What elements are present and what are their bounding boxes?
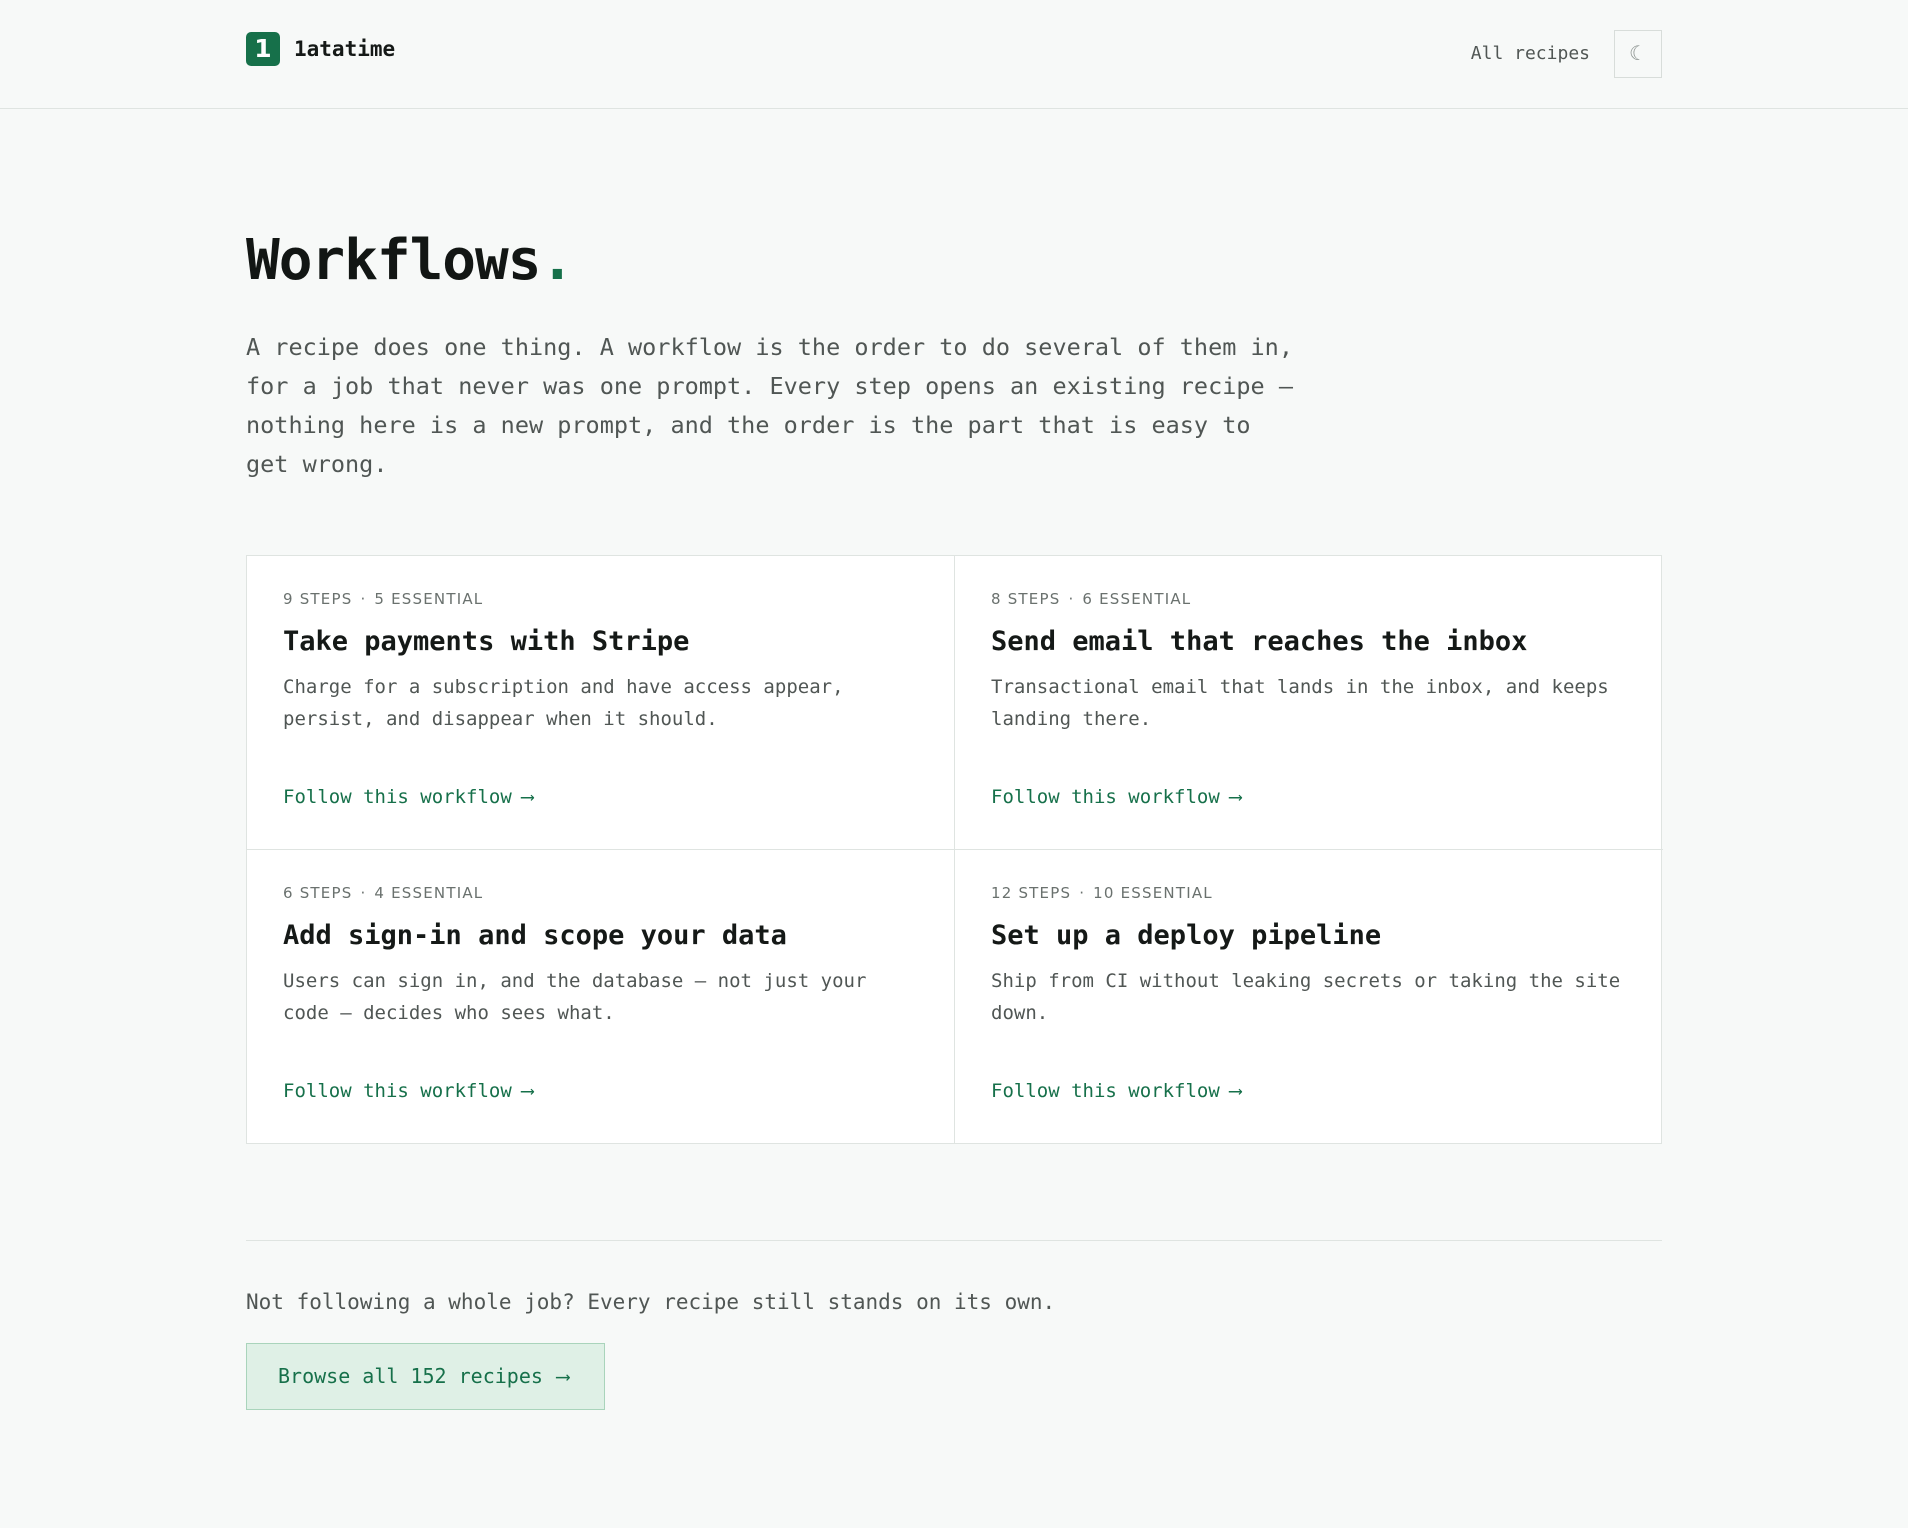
page-title-dot: . xyxy=(540,228,574,293)
workflow-steps: 12 STEPS xyxy=(991,884,1072,902)
workflow-description: Transactional email that lands in the in… xyxy=(991,676,1609,730)
follow-workflow-label: Follow this workflow xyxy=(991,786,1220,808)
workflow-steps: 9 STEPS xyxy=(283,590,353,608)
follow-workflow-label: Follow this workflow xyxy=(991,1080,1220,1102)
page-title: Workflows. xyxy=(246,228,574,293)
arrow-right-icon: ⟶ xyxy=(1229,1080,1242,1102)
meta-separator: · xyxy=(1068,590,1075,608)
brand-logo-link[interactable]: 1 1atatime xyxy=(246,32,395,66)
workflow-card: 8 STEPS · 6 ESSENTIAL Send email that reac… xyxy=(955,556,1663,850)
follow-workflow-link[interactable]: Follow this workflow ⟶ xyxy=(991,1080,1241,1102)
brand-name: 1atatime xyxy=(294,37,396,61)
workflow-grid: 9 STEPS · 5 ESSENTIAL Take payments with S… xyxy=(246,555,1663,1144)
arrow-right-icon: ⟶ xyxy=(521,1080,534,1102)
workflow-title: Send email that reaches the inbox xyxy=(991,626,1528,657)
workflow-essential: 10 ESSENTIAL xyxy=(1093,884,1213,902)
workflow-card: 12 STEPS · 10 ESSENTIAL Set up a deploy pi… xyxy=(955,850,1663,1144)
follow-workflow-link[interactable]: Follow this workflow ⟶ xyxy=(283,786,533,808)
workflow-essential: 6 ESSENTIAL xyxy=(1082,590,1192,608)
brand-mark-icon: 1 xyxy=(246,32,280,66)
workflow-steps: 6 STEPS xyxy=(283,884,353,902)
workflow-meta: 6 STEPS · 4 ESSENTIAL xyxy=(283,884,918,906)
workflow-card: 9 STEPS · 5 ESSENTIAL Take payments with S… xyxy=(247,556,955,850)
meta-separator: · xyxy=(360,884,367,902)
workflow-description: Charge for a subscription and have acces… xyxy=(283,676,844,730)
arrow-right-icon: ⟶ xyxy=(1229,786,1242,808)
follow-workflow-link[interactable]: Follow this workflow ⟶ xyxy=(283,1080,533,1102)
section-divider xyxy=(246,1240,1662,1241)
intro-paragraph: A recipe does one thing. A workflow is t… xyxy=(246,333,1293,478)
follow-workflow-label: Follow this workflow xyxy=(283,1080,512,1102)
workflow-essential: 5 ESSENTIAL xyxy=(374,590,484,608)
all-recipes-link[interactable]: All recipes xyxy=(1471,43,1590,64)
arrow-right-icon: ⟶ xyxy=(556,1364,569,1388)
workflow-description: Ship from CI without leaking secrets or … xyxy=(991,970,1621,1024)
meta-separator: · xyxy=(360,590,367,608)
follow-workflow-label: Follow this workflow xyxy=(283,786,512,808)
follow-workflow-link[interactable]: Follow this workflow ⟶ xyxy=(991,786,1241,808)
workflow-meta: 12 STEPS · 10 ESSENTIAL xyxy=(991,884,1627,906)
footer-note: Not following a whole job? Every recipe … xyxy=(246,1290,1056,1314)
workflow-title: Set up a deploy pipeline xyxy=(991,920,1382,951)
top-bar: 1 1atatime All recipes ☾ xyxy=(0,0,1908,109)
workflow-card: 6 STEPS · 4 ESSENTIAL Add sign-in and scop… xyxy=(247,850,955,1144)
arrow-right-icon: ⟶ xyxy=(521,786,534,808)
workflow-title: Add sign-in and scope your data xyxy=(283,920,787,951)
workflow-essential: 4 ESSENTIAL xyxy=(374,884,484,902)
workflow-description: Users can sign in, and the database — no… xyxy=(283,970,867,1024)
theme-toggle-moon-icon[interactable]: ☾ xyxy=(1614,30,1662,78)
browse-all-recipes-button[interactable]: Browse all 152 recipes ⟶ xyxy=(246,1343,605,1410)
meta-separator: · xyxy=(1079,884,1086,902)
workflow-title: Take payments with Stripe xyxy=(283,626,690,657)
workflow-meta: 8 STEPS · 6 ESSENTIAL xyxy=(991,590,1627,612)
page-title-text: Workflows xyxy=(246,228,541,293)
workflow-steps: 8 STEPS xyxy=(991,590,1061,608)
browse-all-recipes-label: Browse all 152 recipes xyxy=(278,1364,543,1388)
workflow-meta: 9 STEPS · 5 ESSENTIAL xyxy=(283,590,918,612)
